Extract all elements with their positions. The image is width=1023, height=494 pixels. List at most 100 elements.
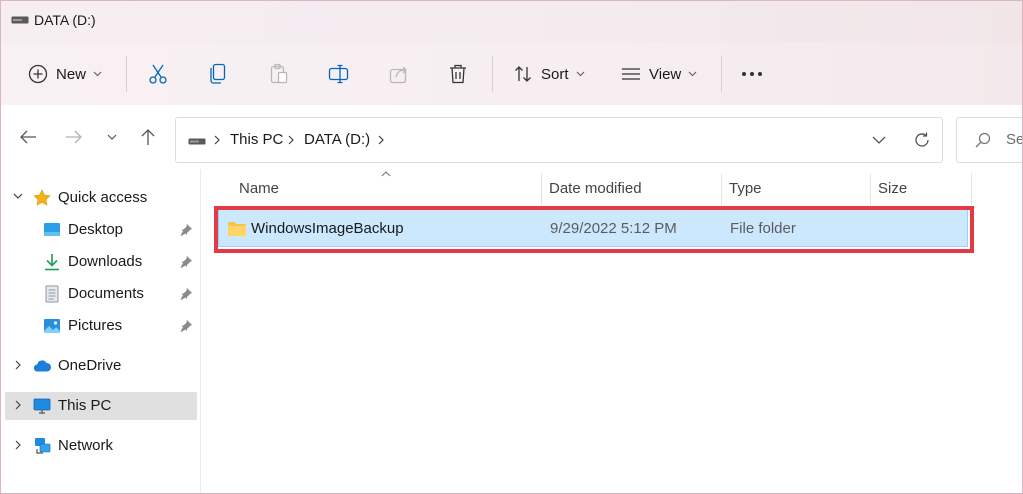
breadcrumb-this-pc[interactable]: This PC <box>230 131 283 148</box>
column-divider[interactable] <box>541 173 542 205</box>
back-button[interactable] <box>16 125 40 149</box>
chevron-right-icon[interactable] <box>15 400 21 410</box>
nav-onedrive[interactable]: OneDrive <box>5 352 197 380</box>
file-date-modified: 9/29/2022 5:12 PM <box>550 220 677 237</box>
copy-icon <box>210 63 226 84</box>
sort-arrows-icon <box>515 66 531 82</box>
chevron-down-icon <box>107 134 117 140</box>
toolbar-divider <box>126 56 127 92</box>
breadcrumb-data-drive[interactable]: DATA (D:) <box>304 131 370 148</box>
nav-label: Quick access <box>58 189 148 206</box>
chevron-right-icon[interactable] <box>15 360 21 370</box>
pictures-icon <box>44 319 60 333</box>
column-header-type[interactable]: Type <box>729 169 869 205</box>
chevron-down-icon[interactable] <box>13 193 23 199</box>
chevron-right-icon <box>378 135 384 145</box>
column-divider[interactable] <box>721 173 722 205</box>
nav-downloads[interactable]: Downloads <box>5 248 197 276</box>
column-header-size[interactable]: Size <box>878 169 968 205</box>
nav-label: Network <box>58 437 114 454</box>
share-button[interactable] <box>388 43 410 105</box>
toolbar-divider <box>721 56 722 92</box>
nav-label: Documents <box>68 285 144 302</box>
more-options-button[interactable] <box>741 43 763 105</box>
network-icon <box>35 438 51 454</box>
nav-desktop[interactable]: Desktop <box>5 216 197 244</box>
table-row[interactable]: WindowsImageBackup 9/29/2022 5:12 PM Fil… <box>218 209 968 247</box>
pin-icon[interactable] <box>179 319 193 333</box>
chevron-down-icon[interactable] <box>872 136 886 144</box>
nav-label: Desktop <box>68 221 124 238</box>
view-lines-icon <box>622 68 640 80</box>
refresh-icon[interactable] <box>913 131 931 149</box>
sort-button[interactable]: Sort <box>513 43 585 105</box>
pin-icon[interactable] <box>179 223 193 237</box>
new-button[interactable]: New <box>28 43 102 105</box>
column-size-label: Size <box>878 180 908 197</box>
plus-circle-icon <box>28 64 48 84</box>
address-row: This PC DATA (D:) Se <box>1 105 1022 169</box>
column-divider[interactable] <box>971 173 972 205</box>
chevron-right-icon[interactable] <box>15 440 21 450</box>
nav-network[interactable]: Network <box>5 432 197 460</box>
navigation-pane: Quick access Desktop Downloads Documents… <box>1 169 201 493</box>
address-bar[interactable]: This PC DATA (D:) <box>175 117 943 163</box>
arrow-up-icon <box>141 129 155 145</box>
copy-button[interactable] <box>209 43 227 105</box>
column-date-label: Date modified <box>549 180 642 197</box>
column-divider[interactable] <box>870 173 871 205</box>
view-button[interactable]: View <box>621 43 697 105</box>
arrow-right-icon <box>66 130 82 144</box>
file-name: WindowsImageBackup <box>251 220 404 237</box>
cut-button[interactable] <box>148 43 168 105</box>
downloads-icon <box>45 254 59 271</box>
column-header-name[interactable]: Name <box>239 169 539 205</box>
chevron-down-icon <box>688 71 697 77</box>
up-button[interactable] <box>136 125 160 149</box>
pin-icon[interactable] <box>179 255 193 269</box>
nav-documents[interactable]: Documents <box>5 280 197 308</box>
column-header-date[interactable]: Date modified <box>549 169 719 205</box>
paste-button[interactable] <box>269 43 289 105</box>
title-bar[interactable]: DATA (D:) <box>1 1 1022 43</box>
file-explorer-window: DATA (D:) New Sort View This PC DATA (D:… <box>0 0 1023 494</box>
chevron-right-icon <box>288 135 294 145</box>
search-icon <box>975 132 991 148</box>
search-box[interactable]: Se <box>956 117 1023 163</box>
arrow-left-icon <box>20 130 36 144</box>
delete-button[interactable] <box>448 43 468 105</box>
folder-icon <box>228 222 246 236</box>
documents-icon <box>45 285 59 303</box>
nav-pictures[interactable]: Pictures <box>5 312 197 340</box>
nav-quick-access[interactable]: Quick access <box>5 184 197 212</box>
nav-label: This PC <box>58 397 112 414</box>
chevron-right-icon <box>214 135 220 145</box>
desktop-icon <box>44 223 60 236</box>
window-title: DATA (D:) <box>34 12 96 28</box>
new-label: New <box>56 65 87 83</box>
nav-label: Pictures <box>68 317 123 334</box>
column-name-label: Name <box>239 180 280 197</box>
nav-this-pc[interactable]: This PC <box>5 392 197 420</box>
paste-icon <box>270 63 288 84</box>
recent-locations-button[interactable] <box>100 125 124 149</box>
rename-button[interactable] <box>328 43 350 105</box>
search-placeholder: Se <box>1006 131 1023 148</box>
onedrive-cloud-icon <box>33 360 51 372</box>
file-type: File folder <box>730 220 796 237</box>
pin-icon[interactable] <box>179 287 193 301</box>
chevron-down-icon <box>93 71 102 77</box>
more-dots-icon <box>742 72 762 76</box>
monitor-icon <box>33 398 51 414</box>
forward-button[interactable] <box>62 125 86 149</box>
chevron-down-icon <box>576 71 584 77</box>
sort-label: Sort <box>541 65 569 83</box>
scissors-icon <box>149 64 167 84</box>
column-type-label: Type <box>729 180 762 197</box>
trash-icon <box>450 64 466 84</box>
command-bar: New Sort View <box>1 43 1022 106</box>
share-icon <box>389 66 407 84</box>
drive-icon <box>11 16 29 24</box>
nav-label: OneDrive <box>58 357 122 374</box>
file-list: Name Date modified Type Size WindowsImag… <box>201 169 1022 493</box>
